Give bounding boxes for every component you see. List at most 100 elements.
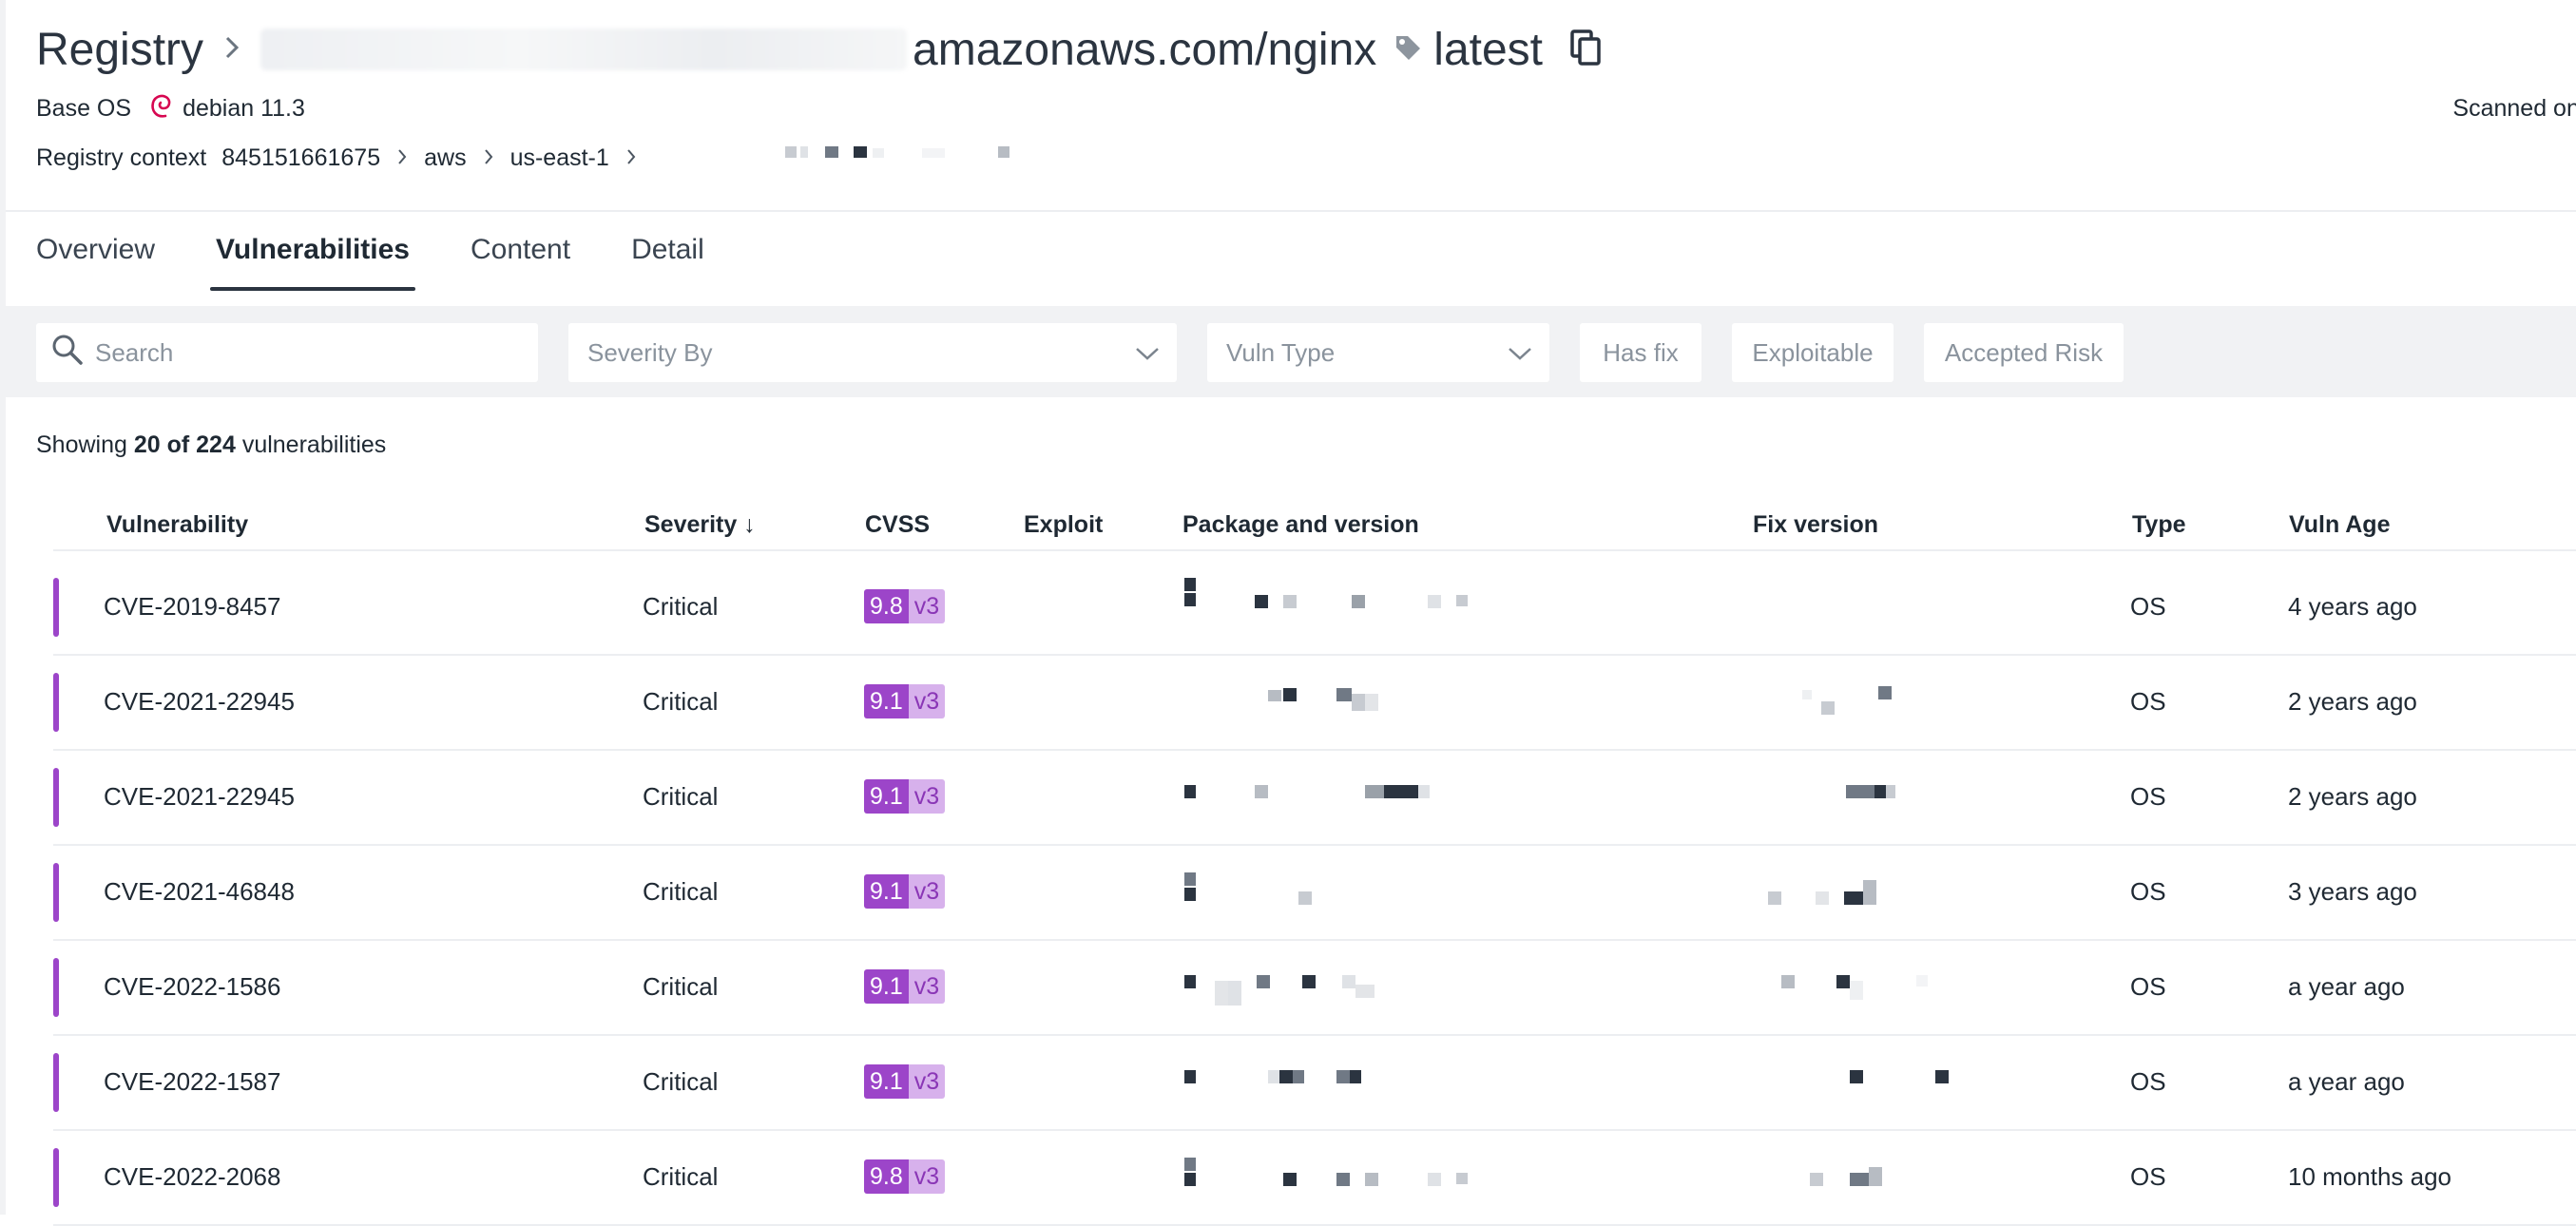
chevron-right-icon bbox=[224, 35, 240, 65]
redacted-fix-version bbox=[1745, 844, 1973, 939]
vuln-age: 2 years ago bbox=[2288, 686, 2417, 716]
context-region[interactable]: us-east-1 bbox=[510, 144, 609, 172]
exploitable-toggle[interactable]: Exploitable bbox=[1732, 323, 1894, 382]
severity-value: Critical bbox=[643, 591, 719, 621]
vuln-type: OS bbox=[2130, 1066, 2166, 1096]
header-divider bbox=[6, 210, 2576, 212]
cvss-score: 9.8 bbox=[864, 1159, 909, 1194]
col-fix-version[interactable]: Fix version bbox=[1753, 511, 1878, 539]
image-tag: latest bbox=[1433, 24, 1544, 75]
chevron-down-icon bbox=[1135, 338, 1160, 368]
redacted-fix-version bbox=[1745, 939, 1973, 1034]
accepted-risk-toggle[interactable]: Accepted Risk bbox=[1924, 323, 2124, 382]
redacted-package bbox=[1184, 1129, 1489, 1224]
cvss-version: v3 bbox=[908, 684, 946, 718]
tab-content[interactable]: Content bbox=[471, 234, 570, 291]
vuln-age: 3 years ago bbox=[2288, 876, 2417, 906]
col-exploit[interactable]: Exploit bbox=[1024, 511, 1103, 539]
col-package[interactable]: Package and version bbox=[1182, 511, 1419, 539]
vulnerability-id[interactable]: CVE-2021-22945 bbox=[104, 654, 295, 749]
base-os-label: Base OS bbox=[36, 94, 132, 122]
vulnerability-id[interactable]: CVE-2022-1587 bbox=[104, 1034, 280, 1129]
vuln-type: OS bbox=[2130, 1161, 2166, 1191]
severity-indicator bbox=[53, 673, 59, 732]
col-vuln-age[interactable]: Vuln Age bbox=[2289, 511, 2390, 539]
chevron-right-icon bbox=[484, 144, 493, 172]
vuln-age: 4 years ago bbox=[2288, 591, 2417, 621]
page-title: Registry amazonaws.com/nginx latest bbox=[36, 19, 1604, 80]
redacted-context-repo bbox=[779, 143, 1017, 162]
table-row[interactable]: CVE-2022-2068 Critical 9.8 v3 OS 10 month… bbox=[53, 1129, 2576, 1226]
cvss-badge: 9.1 v3 bbox=[864, 844, 946, 939]
vuln-age: a year ago bbox=[2288, 971, 2405, 1001]
vulnerability-id[interactable]: CVE-2022-2068 bbox=[104, 1129, 280, 1224]
vuln-type-select[interactable]: Vuln Type bbox=[1207, 323, 1549, 382]
cvss-score: 9.8 bbox=[864, 589, 909, 623]
redacted-package bbox=[1184, 749, 1489, 844]
severity-indicator bbox=[53, 863, 59, 922]
cvss-score: 9.1 bbox=[864, 1064, 909, 1099]
vuln-type: OS bbox=[2130, 686, 2166, 716]
redacted-registry-host bbox=[260, 29, 908, 70]
vulnerability-id[interactable]: CVE-2021-46848 bbox=[104, 844, 295, 939]
copy-icon[interactable] bbox=[1569, 29, 1604, 71]
table-row[interactable]: CVE-2021-22945 Critical 9.1 v3 OS 2 years… bbox=[53, 654, 2576, 751]
redacted-fix-version bbox=[1745, 1034, 1973, 1129]
col-cvss[interactable]: CVSS bbox=[865, 511, 930, 539]
redacted-package bbox=[1184, 559, 1489, 654]
cvss-version: v3 bbox=[908, 969, 946, 1004]
vuln-age: 10 months ago bbox=[2288, 1161, 2452, 1191]
severity-indicator bbox=[53, 1148, 59, 1207]
breadcrumb-registry[interactable]: Registry bbox=[36, 24, 203, 76]
table-header: Vulnerability Severity ↓ CVSS Exploit Pa… bbox=[53, 504, 2576, 551]
vulnerability-id[interactable]: CVE-2021-22945 bbox=[104, 749, 295, 844]
debian-icon bbox=[148, 91, 173, 126]
severity-value: Critical bbox=[643, 781, 719, 811]
search-input[interactable] bbox=[93, 336, 515, 369]
cvss-version: v3 bbox=[908, 874, 946, 909]
cvss-badge: 9.1 v3 bbox=[864, 749, 946, 844]
cvss-badge: 9.1 v3 bbox=[864, 1034, 946, 1129]
severity-value: Critical bbox=[643, 876, 719, 906]
redacted-fix-version bbox=[1745, 1129, 1973, 1224]
severity-value: Critical bbox=[643, 686, 719, 716]
cvss-badge: 9.1 v3 bbox=[864, 939, 946, 1034]
has-fix-toggle[interactable]: Has fix bbox=[1580, 323, 1701, 382]
registry-context: Registry context 845151661675 aws us-eas… bbox=[36, 141, 653, 175]
redacted-fix-version bbox=[1745, 654, 1973, 749]
cvss-version: v3 bbox=[908, 1064, 946, 1099]
summary-prefix: Showing bbox=[36, 431, 134, 458]
tab-overview[interactable]: Overview bbox=[36, 234, 155, 291]
base-os-value: debian 11.3 bbox=[183, 94, 305, 122]
vuln-age: a year ago bbox=[2288, 1066, 2405, 1096]
chevron-down-icon bbox=[1508, 338, 1532, 368]
vulnerability-id[interactable]: CVE-2022-1586 bbox=[104, 939, 280, 1034]
redacted-package bbox=[1184, 844, 1489, 939]
table-row[interactable]: CVE-2021-46848 Critical 9.1 v3 OS 3 years… bbox=[53, 844, 2576, 941]
table-row[interactable]: CVE-2022-1587 Critical 9.1 v3 OS a year a… bbox=[53, 1034, 2576, 1131]
vuln-type: OS bbox=[2130, 591, 2166, 621]
vulnerability-id[interactable]: CVE-2019-8457 bbox=[104, 559, 280, 654]
context-provider[interactable]: aws bbox=[424, 144, 466, 172]
tab-vulnerabilities[interactable]: Vulnerabilities bbox=[210, 234, 415, 291]
col-type[interactable]: Type bbox=[2132, 511, 2186, 539]
col-severity[interactable]: Severity ↓ bbox=[644, 511, 756, 539]
summary-suffix: vulnerabilities bbox=[235, 431, 387, 458]
severity-indicator bbox=[53, 768, 59, 827]
chevron-right-icon bbox=[397, 144, 407, 172]
table-row[interactable]: CVE-2022-1586 Critical 9.1 v3 OS a year a… bbox=[53, 939, 2576, 1036]
cvss-score: 9.1 bbox=[864, 684, 909, 718]
severity-indicator bbox=[53, 958, 59, 1017]
results-summary: Showing 20 of 224 vulnerabilities bbox=[36, 431, 386, 459]
vuln-age: 2 years ago bbox=[2288, 781, 2417, 811]
col-vulnerability[interactable]: Vulnerability bbox=[106, 511, 248, 539]
table-row[interactable]: CVE-2019-8457 Critical 9.8 v3 OS 4 years … bbox=[53, 559, 2576, 656]
severity-select[interactable]: Severity By bbox=[568, 323, 1177, 382]
tab-detail[interactable]: Detail bbox=[631, 234, 704, 291]
context-account[interactable]: 845151661675 bbox=[221, 144, 380, 172]
cvss-score: 9.1 bbox=[864, 779, 909, 814]
search-field[interactable] bbox=[36, 323, 538, 382]
vuln-type: OS bbox=[2130, 971, 2166, 1001]
base-os: Base OS debian 11.3 bbox=[36, 91, 305, 125]
table-row[interactable]: CVE-2021-22945 Critical 9.1 v3 OS 2 years… bbox=[53, 749, 2576, 846]
